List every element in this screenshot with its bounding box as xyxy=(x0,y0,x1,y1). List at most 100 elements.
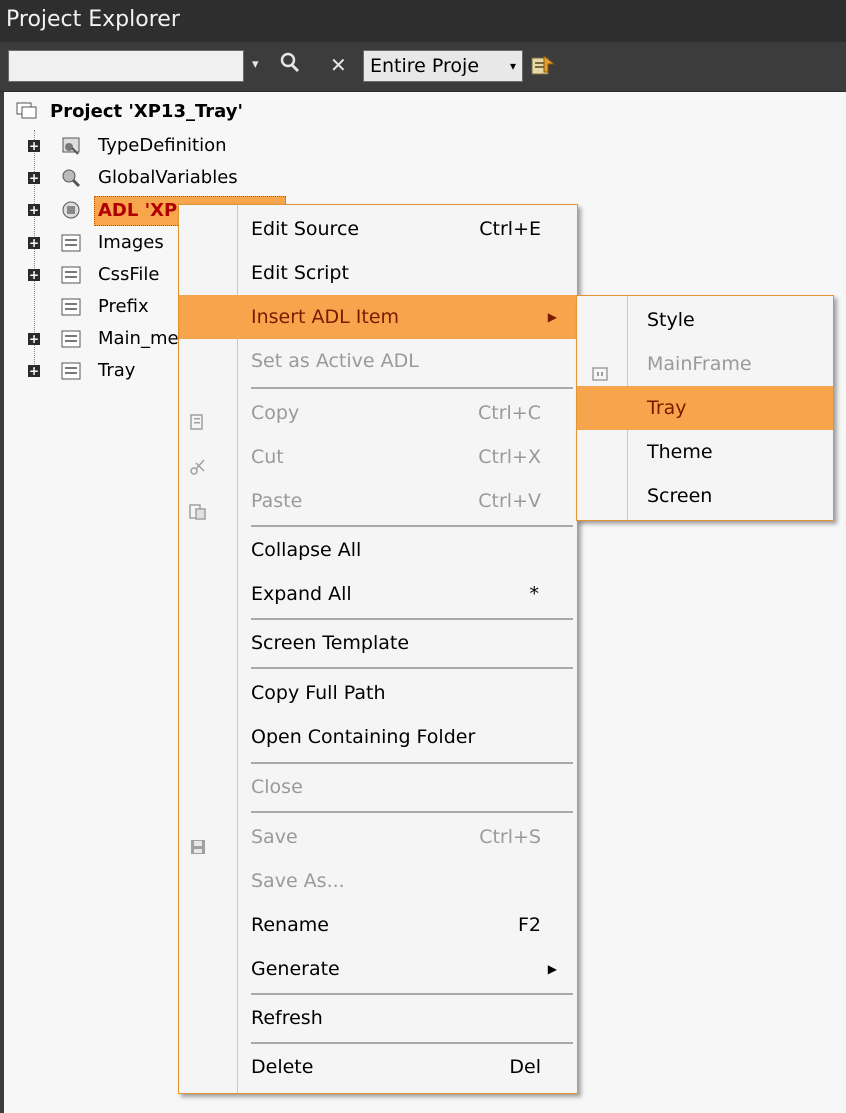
expand-icon[interactable]: + xyxy=(28,269,40,281)
expand-icon[interactable]: + xyxy=(28,172,40,184)
menu-item-shortcut: Ctrl+X xyxy=(478,446,541,468)
menu-item-generate[interactable]: Generate ▶ xyxy=(179,947,577,991)
tree-item-images[interactable]: + Images xyxy=(28,229,188,257)
folder-icon xyxy=(60,361,82,381)
scope-select[interactable]: Entire Proje ▾ xyxy=(363,50,523,82)
menu-item-label: Delete xyxy=(251,1056,314,1078)
search-input[interactable] xyxy=(8,50,244,82)
menu-item-screen-template[interactable]: Screen Template xyxy=(179,621,577,665)
menu-separator xyxy=(251,667,573,669)
menu-item-collapse-all[interactable]: Collapse All xyxy=(179,528,577,572)
menu-item-label: Cut xyxy=(251,446,284,468)
menu-item-shortcut: * xyxy=(529,583,540,605)
tree-item-tray[interactable]: + Tray xyxy=(28,357,188,385)
submenu-item-theme[interactable]: Theme xyxy=(577,430,833,474)
expand-icon[interactable]: + xyxy=(28,365,40,377)
explorer-toolbar: ▾ ✕ Entire Proje ▾ xyxy=(0,42,846,92)
menu-item-save[interactable]: Save Ctrl+S xyxy=(179,815,577,859)
expand-icon[interactable]: + xyxy=(28,237,40,249)
submenu-item-style[interactable]: Style xyxy=(577,298,833,342)
menu-item-shortcut: Ctrl+V xyxy=(478,490,541,512)
menu-separator xyxy=(251,525,573,527)
menu-separator xyxy=(251,762,573,764)
tree-item-main-menu[interactable]: + Main_me xyxy=(28,325,188,353)
scope-value: Entire Proje xyxy=(370,55,480,77)
tree-item-cssfile[interactable]: + CssFile xyxy=(28,261,188,289)
tree-item-typedefinition[interactable]: + TypeDefinition xyxy=(28,132,288,160)
menu-item-edit-script[interactable]: Edit Script xyxy=(179,251,577,295)
menu-item-refresh[interactable]: Refresh xyxy=(179,996,577,1040)
menu-separator xyxy=(251,811,573,813)
global-variables-icon xyxy=(60,168,82,188)
menu-item-edit-source[interactable]: Edit Source Ctrl+E xyxy=(179,207,577,251)
menu-item-label: Save As... xyxy=(251,870,345,892)
menu-item-label: MainFrame xyxy=(647,353,752,375)
menu-item-rename[interactable]: Rename F2 xyxy=(179,903,577,947)
cut-icon xyxy=(189,448,207,475)
menu-item-label: Screen Template xyxy=(251,632,410,654)
submenu-item-tray[interactable]: Tray xyxy=(577,386,833,430)
menu-separator xyxy=(251,387,573,389)
project-icon xyxy=(16,101,38,121)
menu-item-shortcut: Ctrl+S xyxy=(479,826,541,848)
save-icon xyxy=(189,828,207,854)
menu-item-label: Save xyxy=(251,826,298,848)
sync-explorer-icon[interactable] xyxy=(530,54,556,78)
insert-adl-submenu: Style MainFrame Tray Theme Screen xyxy=(576,295,834,521)
root-label: Project 'XP13_Tray' xyxy=(50,101,243,122)
menu-item-label: Copy xyxy=(251,402,300,424)
search-icon[interactable] xyxy=(279,50,301,81)
copy-icon xyxy=(189,404,207,430)
panel-title: Project Explorer xyxy=(6,7,180,32)
menu-item-label: Expand All xyxy=(251,583,352,605)
menu-item-paste[interactable]: Paste Ctrl+V xyxy=(179,479,577,523)
tree-item-label: Prefix xyxy=(98,296,149,317)
menu-item-copy-full-path[interactable]: Copy Full Path xyxy=(179,671,577,715)
expand-icon[interactable]: + xyxy=(28,333,40,345)
menu-item-label: Edit Script xyxy=(251,262,349,284)
type-definition-icon xyxy=(60,136,82,156)
submenu-item-screen[interactable]: Screen xyxy=(577,474,833,518)
menu-separator xyxy=(251,618,573,620)
search-dropdown-arrow-icon[interactable]: ▾ xyxy=(252,51,259,79)
clear-search-icon[interactable]: ✕ xyxy=(330,51,347,79)
folder-icon xyxy=(60,233,82,253)
menu-item-label: Style xyxy=(647,309,695,331)
paste-icon xyxy=(189,492,207,520)
tree-item-globalvariables[interactable]: + GlobalVariables xyxy=(28,164,288,192)
adl-icon xyxy=(60,200,82,220)
tree-item-label: TypeDefinition xyxy=(98,135,227,156)
menu-item-shortcut: F2 xyxy=(517,914,541,936)
menu-item-set-as-active-adl[interactable]: Set as Active ADL xyxy=(179,339,577,383)
menu-item-insert-adl-item[interactable]: Insert ADL Item ▶ xyxy=(179,295,577,339)
menu-item-copy[interactable]: Copy Ctrl+C xyxy=(179,391,577,435)
menu-item-label: Edit Source xyxy=(251,218,360,240)
menu-separator xyxy=(251,1042,573,1044)
menu-item-delete[interactable]: Delete Del xyxy=(179,1045,577,1089)
menu-item-close[interactable]: Close xyxy=(179,765,577,809)
menu-item-label: Theme xyxy=(647,441,713,463)
menu-item-cut[interactable]: Cut Ctrl+X xyxy=(179,435,577,479)
menu-item-open-containing-folder[interactable]: Open Containing Folder xyxy=(179,715,577,759)
submenu-arrow-icon: ▶ xyxy=(547,962,557,976)
menu-item-label: Insert ADL Item xyxy=(251,306,400,328)
tree-item-label: Main_me xyxy=(98,328,179,349)
expand-icon[interactable]: + xyxy=(28,204,40,216)
tree-item-label: Images xyxy=(98,232,164,253)
chevron-down-icon: ▾ xyxy=(509,59,516,73)
menu-item-label: Collapse All xyxy=(251,539,362,561)
menu-item-label: Copy Full Path xyxy=(251,682,386,704)
submenu-item-mainframe[interactable]: MainFrame xyxy=(577,342,833,386)
menu-item-label: Refresh xyxy=(251,1007,323,1029)
expand-icon[interactable]: + xyxy=(28,140,40,152)
menu-item-expand-all[interactable]: Expand All * xyxy=(179,572,577,616)
tree-item-label: GlobalVariables xyxy=(98,167,238,188)
menu-item-label: Paste xyxy=(251,490,303,512)
submenu-arrow-icon: ▶ xyxy=(547,310,557,324)
mainframe-icon xyxy=(591,355,609,381)
menu-item-label: Tray xyxy=(647,397,687,419)
tree-item-prefix[interactable]: Prefix xyxy=(28,293,188,321)
menu-item-save-as[interactable]: Save As... xyxy=(179,859,577,903)
menu-item-label: Open Containing Folder xyxy=(251,726,476,748)
menu-item-label: Close xyxy=(251,776,303,798)
